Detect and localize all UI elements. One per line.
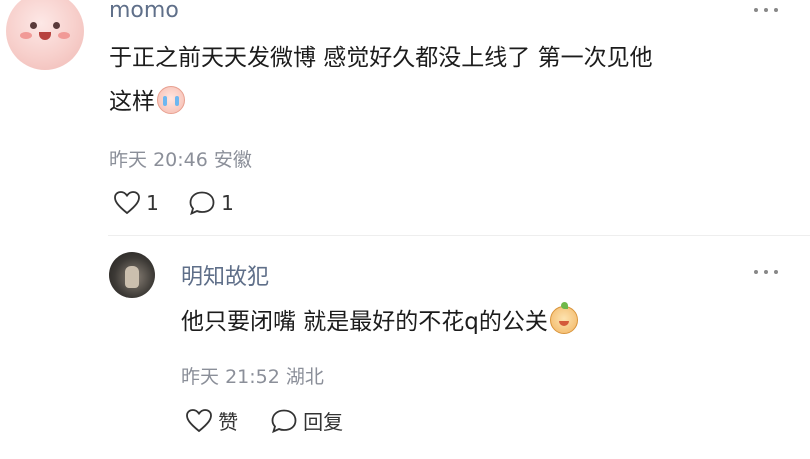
comment-bubble-icon xyxy=(189,191,215,216)
reply-like-button[interactable]: 赞 xyxy=(185,406,238,435)
more-dots-icon[interactable] xyxy=(752,258,780,287)
reply-text: 他只要闭嘴 就是最好的不花q的公关 xyxy=(181,300,578,344)
comment-text-line1: 于正之前天天发微博 感觉好久都没上线了 第一次见他 xyxy=(109,45,653,71)
avatar-blush xyxy=(58,32,70,39)
reply-reply-label: 回复 xyxy=(303,410,344,434)
reply-text-body: 他只要闭嘴 就是最好的不花q的公关 xyxy=(181,309,548,335)
reply-count: 1 xyxy=(221,191,234,215)
comment-time: 20:46 xyxy=(153,149,208,171)
tangerine-emoji-icon xyxy=(549,302,578,334)
avatar-blush xyxy=(20,32,32,39)
comment-date: 昨天 xyxy=(109,149,148,171)
avatar[interactable] xyxy=(6,0,84,70)
reply-location: 湖北 xyxy=(285,366,324,388)
avatar-hand xyxy=(125,266,139,288)
comment-text-line2: 这样 xyxy=(109,80,789,124)
heart-outline-icon xyxy=(114,191,140,215)
reply-time: 21:52 xyxy=(225,366,280,388)
like-button[interactable]: 1 xyxy=(113,190,159,216)
comment-bubble-icon xyxy=(271,409,297,433)
like-count: 1 xyxy=(146,191,159,215)
heart-outline-icon xyxy=(186,408,212,432)
comment-username[interactable]: momo xyxy=(109,0,179,23)
reply-meta: 昨天 21:52 湖北 xyxy=(181,362,324,389)
comment-meta: 昨天 20:46 安徽 xyxy=(109,145,252,172)
comment-text: 于正之前天天发微博 感觉好久都没上线了 第一次见他 这样 xyxy=(109,36,789,124)
reply-username[interactable]: 明知故犯 xyxy=(181,259,269,291)
avatar-eye xyxy=(53,22,60,29)
reply-avatar[interactable] xyxy=(109,252,155,298)
comment-location: 安徽 xyxy=(213,149,252,171)
avatar-mouth xyxy=(39,32,51,40)
reply-date: 昨天 xyxy=(181,366,220,388)
avatar-eye xyxy=(30,22,37,29)
reply-like-label: 赞 xyxy=(218,410,239,434)
more-dots-icon[interactable] xyxy=(752,0,780,25)
comment-button[interactable]: 1 xyxy=(188,190,234,216)
crying-emoji-icon xyxy=(157,86,185,114)
reply-reply-button[interactable]: 回复 xyxy=(270,406,343,435)
divider xyxy=(108,235,810,236)
